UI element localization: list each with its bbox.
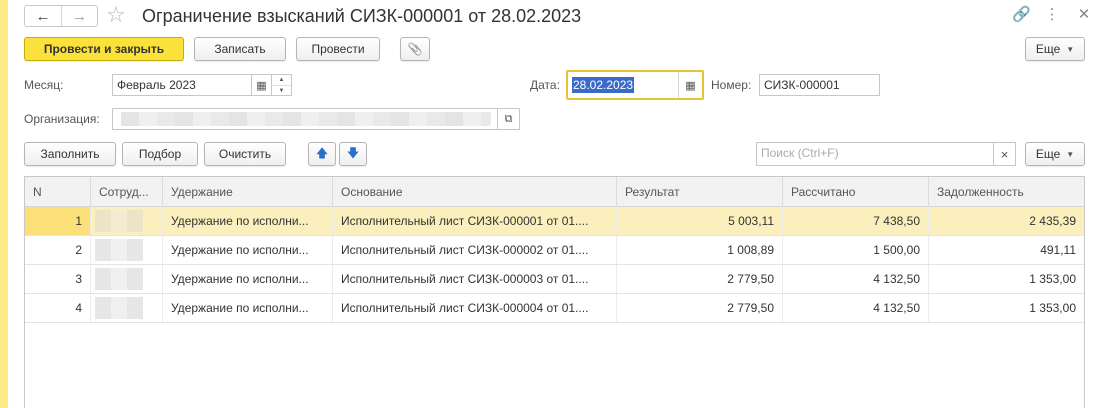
employee-redacted (95, 210, 143, 232)
employee-redacted (95, 239, 143, 261)
table-more-button[interactable]: Еще ▼ (1025, 142, 1085, 166)
deductions-table: N Сотруд... Удержание Основание Результа… (24, 176, 1085, 408)
employee-cell (91, 265, 163, 293)
stepper-up-icon[interactable]: ▲ (272, 75, 291, 85)
back-arrow-icon: ← (35, 7, 51, 25)
left-accent-strip (0, 0, 8, 408)
window-controls: 🔗 ⋮ ✕ (1012, 5, 1092, 25)
post-and-close-button[interactable]: Провести и закрыть (24, 37, 184, 61)
employee-cell (91, 294, 163, 322)
row-number: 4 (25, 294, 91, 322)
open-icon: ⧉ (504, 112, 513, 125)
table-row[interactable]: 4 Удержание по исполни... Исполнительный… (25, 294, 1084, 323)
month-stepper[interactable]: ▲ ▼ (272, 74, 292, 96)
fill-button[interactable]: Заполнить (24, 142, 116, 166)
organization-label: Организация: (24, 112, 100, 126)
chevron-down-icon: ▼ (1066, 44, 1075, 54)
deduction-cell: Удержание по исполни... (163, 207, 333, 235)
organization-field[interactable] (112, 108, 498, 130)
employee-cell (91, 207, 163, 235)
open-organization-button[interactable]: ⧉ (498, 108, 520, 130)
deduction-cell: Удержание по исполни... (163, 294, 333, 322)
document-window: ← → ☆ Ограничение взысканий СИЗК-000001 … (8, 0, 1106, 408)
deduction-cell: Удержание по исполни... (163, 236, 333, 264)
table-row[interactable]: 3 Удержание по исполни... Исполнительный… (25, 265, 1084, 294)
row-number: 3 (25, 265, 91, 293)
result-cell: 2 779,50 (617, 294, 783, 322)
employee-redacted (95, 297, 143, 319)
employee-redacted (95, 268, 143, 290)
navigation-group: ← → (24, 5, 98, 27)
save-button[interactable]: Записать (194, 37, 286, 61)
table-row[interactable]: 1 Удержание по исполни... Исполнительный… (25, 207, 1084, 236)
more-button[interactable]: Еще ▼ (1025, 37, 1085, 61)
date-calendar-button[interactable]: ▦ (678, 72, 702, 98)
date-label: Дата: (530, 78, 560, 92)
result-cell: 1 008,89 (617, 236, 783, 264)
arrow-up-icon: 🡅 (315, 145, 329, 160)
debt-cell: 1 353,00 (1029, 301, 1076, 315)
table-more-label: Еще (1035, 147, 1061, 161)
table-row[interactable]: 2 Удержание по исполни... Исполнительный… (25, 236, 1084, 265)
deduction-cell: Удержание по исполни... (163, 265, 333, 293)
select-button[interactable]: Подбор (122, 142, 198, 166)
link-icon[interactable]: 🔗 (1012, 5, 1031, 25)
month-label: Месяц: (24, 78, 64, 92)
clear-button[interactable]: Очистить (204, 142, 286, 166)
basis-cell: Исполнительный лист СИЗК-000001 от 01...… (333, 207, 617, 235)
employee-cell (91, 236, 163, 264)
column-header-n[interactable]: N (25, 177, 91, 207)
column-header-deduction[interactable]: Удержание (163, 177, 333, 207)
post-button[interactable]: Провести (296, 37, 380, 61)
column-header-basis[interactable]: Основание (333, 177, 617, 207)
calculated-cell: 4 132,50 (783, 294, 929, 322)
calculated-cell: 1 500,00 (783, 236, 929, 264)
page-title: Ограничение взысканий СИЗК-000001 от 28.… (142, 6, 582, 26)
number-field[interactable]: СИЗК-000001 (759, 74, 880, 96)
date-value[interactable]: 28.02.2023 (572, 77, 635, 93)
back-button[interactable]: ← (25, 6, 61, 26)
column-header-calculated[interactable]: Рассчитано (783, 177, 929, 207)
forward-button[interactable]: → (61, 6, 97, 26)
row-number: 2 (25, 236, 91, 264)
calendar-icon: ▦ (256, 79, 267, 92)
search-clear-button[interactable]: × (994, 142, 1016, 166)
debt-cell: 1 353,00 (1029, 272, 1076, 286)
calculated-cell: 4 132,50 (783, 265, 929, 293)
close-icon[interactable]: ✕ (1076, 5, 1092, 25)
more-label: Еще (1035, 42, 1061, 56)
result-cell: 2 779,50 (617, 265, 783, 293)
calculated-cell: 7 438,50 (783, 207, 929, 235)
favorite-star-icon[interactable]: ☆ (106, 3, 126, 27)
result-cell: 5 003,11 (617, 207, 783, 235)
calendar-icon: ▦ (685, 79, 696, 92)
clear-icon: × (1000, 146, 1009, 162)
debt-cell: 491,11 (1040, 243, 1076, 257)
organization-redacted (121, 112, 491, 126)
basis-cell: Исполнительный лист СИЗК-000003 от 01...… (333, 265, 617, 293)
paperclip-icon: 📎 (407, 42, 423, 56)
stepper-down-icon[interactable]: ▼ (272, 85, 291, 96)
move-down-button[interactable]: 🡇 (339, 142, 367, 166)
table-header: N Сотруд... Удержание Основание Результа… (25, 177, 1084, 207)
basis-cell: Исполнительный лист СИЗК-000002 от 01...… (333, 236, 617, 264)
column-header-employee[interactable]: Сотруд... (91, 177, 163, 207)
attach-button[interactable]: 📎 (400, 37, 430, 61)
calendar-button[interactable]: ▦ (252, 74, 272, 96)
move-up-button[interactable]: 🡅 (308, 142, 336, 166)
search-input[interactable]: Поиск (Ctrl+F) (756, 142, 994, 166)
debt-cell: 2 435,39 (1029, 214, 1076, 228)
arrow-down-icon: 🡇 (346, 145, 360, 160)
more-menu-icon[interactable]: ⋮ (1044, 5, 1060, 25)
forward-arrow-icon: → (72, 7, 87, 25)
number-label: Номер: (711, 78, 752, 92)
basis-cell: Исполнительный лист СИЗК-000004 от 01...… (333, 294, 617, 322)
column-header-debt[interactable]: Задолженность (929, 177, 1084, 207)
date-field[interactable]: 28.02.2023 ▦ (566, 70, 704, 100)
column-header-result[interactable]: Результат (617, 177, 783, 207)
month-field[interactable]: Февраль 2023 (112, 74, 252, 96)
chevron-down-icon: ▼ (1066, 149, 1075, 159)
row-number: 1 (25, 207, 91, 235)
